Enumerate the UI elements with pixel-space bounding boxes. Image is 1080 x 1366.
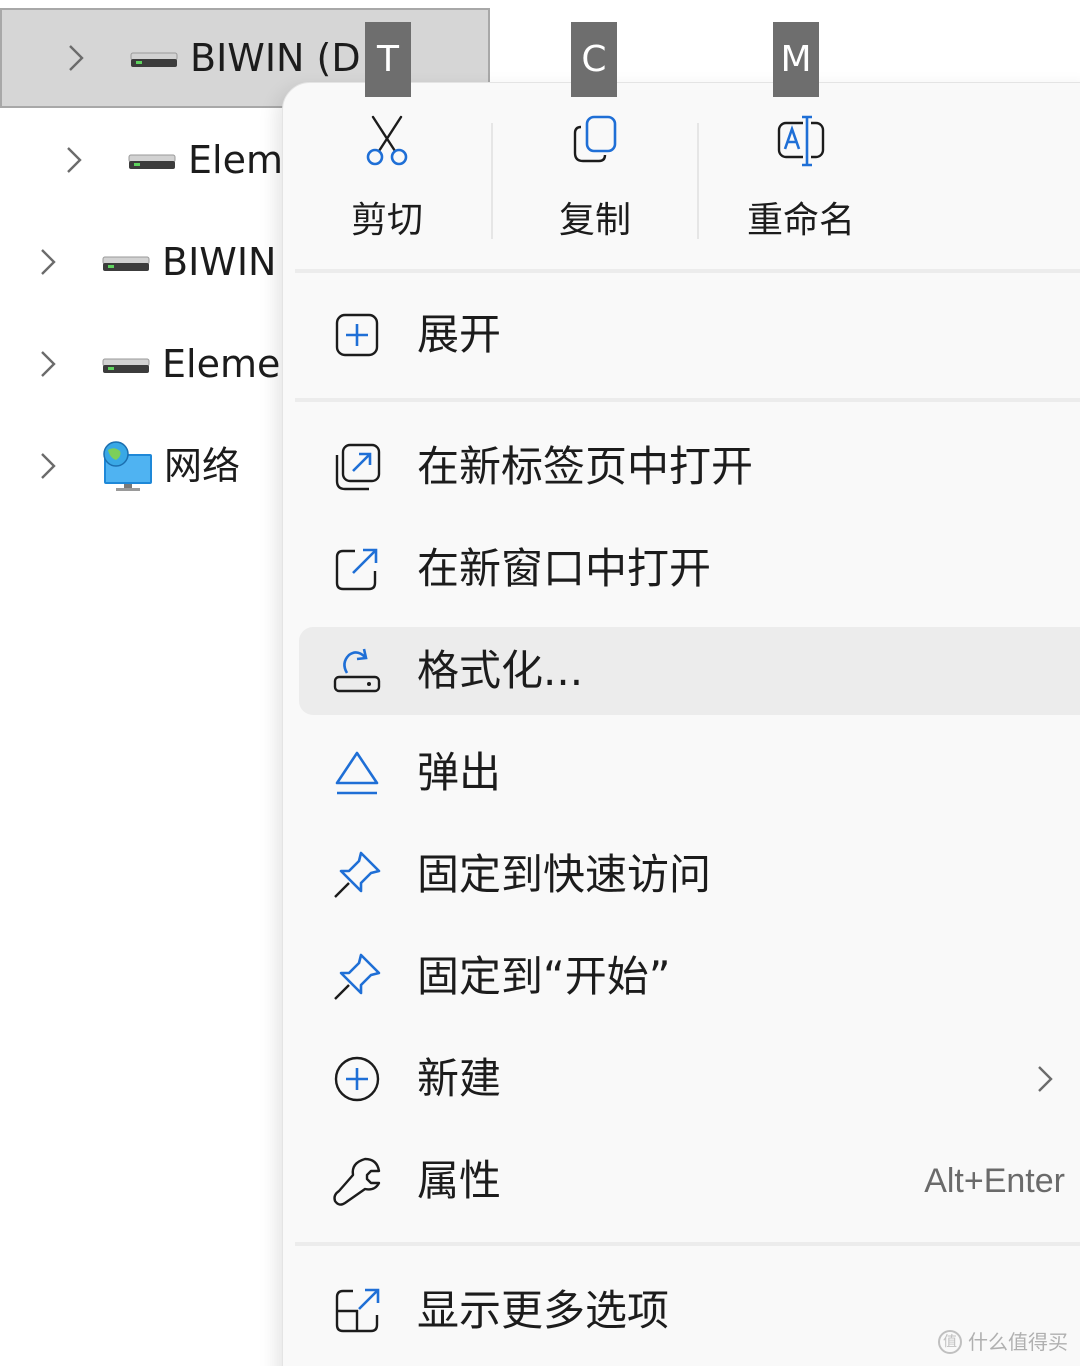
menu-item-format[interactable]: 格式化... xyxy=(299,627,1080,715)
add-circle-icon xyxy=(334,1056,380,1102)
menu-item-open-new-window[interactable]: 在新窗口中打开 xyxy=(299,525,1080,613)
chevron-right-icon[interactable] xyxy=(28,242,68,282)
chevron-right-icon xyxy=(1038,1066,1053,1092)
drive-icon xyxy=(128,154,176,169)
menu-item-label: 属性 xyxy=(417,1156,502,1205)
menu-item-new[interactable]: 新建 xyxy=(299,1035,1080,1123)
wrench-icon xyxy=(333,1157,381,1206)
network-icon xyxy=(103,441,152,491)
eject-icon xyxy=(335,751,379,795)
menu-item-label: 显示更多选项 xyxy=(417,1286,670,1335)
chevron-right-icon[interactable] xyxy=(56,38,96,78)
keytip-cut: T xyxy=(365,22,411,97)
divider xyxy=(697,123,699,239)
keyboard-shortcut: Alt+Enter xyxy=(924,1162,1065,1200)
open-in-new-tab-icon xyxy=(335,443,381,491)
separator xyxy=(295,269,1080,273)
chevron-right-icon[interactable] xyxy=(28,446,68,486)
watermark: 值 什么值得买 xyxy=(938,1328,1068,1356)
menu-item-eject[interactable]: 弹出 xyxy=(299,729,1080,817)
menu-item-properties[interactable]: 属性 Alt+Enter xyxy=(299,1137,1080,1225)
menu-item-label: 在新窗口中打开 xyxy=(417,544,712,593)
keytip-rename: M xyxy=(773,22,819,97)
tree-item-label: Elem xyxy=(188,138,283,182)
drive-icon xyxy=(102,358,150,373)
watermark-text: 什么值得买 xyxy=(968,1330,1068,1354)
separator xyxy=(295,398,1080,402)
menu-item-label: 新建 xyxy=(417,1054,502,1103)
cut-button[interactable]: 剪切 xyxy=(287,113,487,253)
open-in-new-window-icon xyxy=(335,548,378,591)
menu-item-label: 格式化... xyxy=(417,646,584,695)
copy-icon xyxy=(573,115,617,163)
tree-item-label: 网络 xyxy=(164,444,241,488)
copy-label: 复制 xyxy=(558,200,631,241)
format-drive-icon xyxy=(333,648,381,693)
copy-button[interactable]: 复制 xyxy=(495,113,695,253)
keytip-copy: C xyxy=(571,22,617,97)
menu-item-expand[interactable]: 展开 xyxy=(299,291,1080,379)
menu-item-pin-quick-access[interactable]: 固定到快速访问 xyxy=(299,831,1080,919)
rename-icon xyxy=(777,115,825,167)
menu-item-open-new-tab[interactable]: 在新标签页中打开 xyxy=(299,423,1080,511)
tree-item-label: BIWIN xyxy=(162,240,277,284)
chevron-right-icon[interactable] xyxy=(54,140,94,180)
pin-icon xyxy=(334,953,381,1000)
menu-item-label: 固定到快速访问 xyxy=(417,850,712,899)
tree-item-label: BIWIN (D: xyxy=(190,36,370,80)
cut-label: 剪切 xyxy=(350,200,423,241)
drive-icon xyxy=(130,52,178,67)
show-more-options-icon xyxy=(335,1288,380,1333)
context-menu: 剪切 复制 重命名 展开 在新标签页中打开 在新窗口中打开 格式化... 弹出 … xyxy=(282,82,1080,1366)
pin-icon xyxy=(334,851,381,898)
expand-icon xyxy=(335,313,379,357)
rename-label: 重命名 xyxy=(746,200,855,241)
rename-button[interactable]: 重命名 xyxy=(701,113,901,253)
divider xyxy=(491,123,493,239)
separator xyxy=(295,1242,1080,1246)
menu-item-label: 弹出 xyxy=(417,748,502,797)
tree-item-label: Eleme xyxy=(162,342,281,386)
menu-item-label: 在新标签页中打开 xyxy=(417,442,754,491)
scissors-icon xyxy=(366,115,408,166)
menu-item-label: 固定到“开始” xyxy=(417,952,671,1001)
watermark-logo-icon: 值 xyxy=(938,1330,962,1354)
quick-actions-bar: 剪切 复制 重命名 xyxy=(283,83,1080,269)
menu-item-label: 展开 xyxy=(417,310,502,359)
menu-item-pin-start[interactable]: 固定到“开始” xyxy=(299,933,1080,1021)
chevron-right-icon[interactable] xyxy=(28,344,68,384)
drive-icon xyxy=(102,256,150,271)
